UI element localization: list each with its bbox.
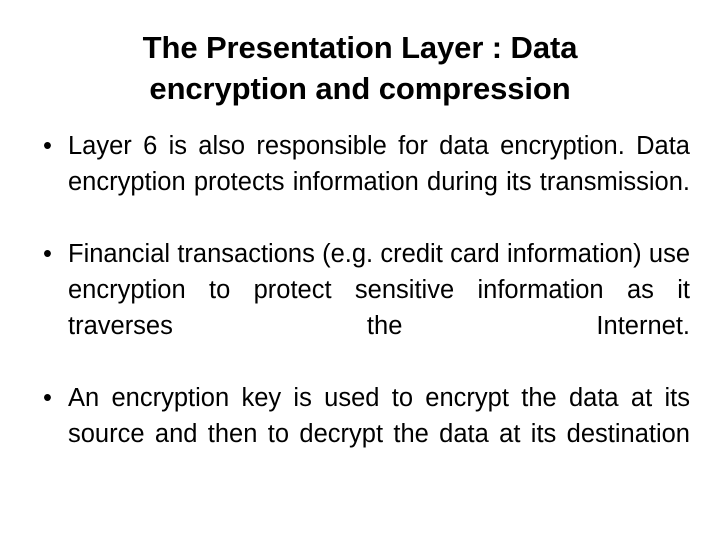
- list-item: • Financial transactions (e.g. credit ca…: [30, 236, 690, 380]
- bullet-point-icon: •: [43, 240, 52, 268]
- page-title: The Presentation Layer : Data encryption…: [60, 27, 660, 109]
- list-item: • Layer 6 is also responsible for data e…: [30, 128, 690, 236]
- bullet-list: • Layer 6 is also responsible for data e…: [30, 128, 690, 488]
- bullet-point-icon: •: [43, 384, 52, 412]
- list-item: • An encryption key is used to encrypt t…: [30, 380, 690, 488]
- page-title-line-1: The Presentation Layer : Data: [142, 30, 578, 65]
- bullet-point-icon: •: [43, 132, 52, 160]
- list-item-text: Layer 6 is also responsible for data enc…: [68, 132, 690, 196]
- list-item-text: Financial transactions (e.g. credit card…: [68, 240, 690, 340]
- slide-canvas: The Presentation Layer : Data encryption…: [0, 0, 720, 540]
- page-title-line-2: encryption and compression: [149, 71, 571, 106]
- list-item-text: An encryption key is used to encrypt the…: [68, 384, 690, 448]
